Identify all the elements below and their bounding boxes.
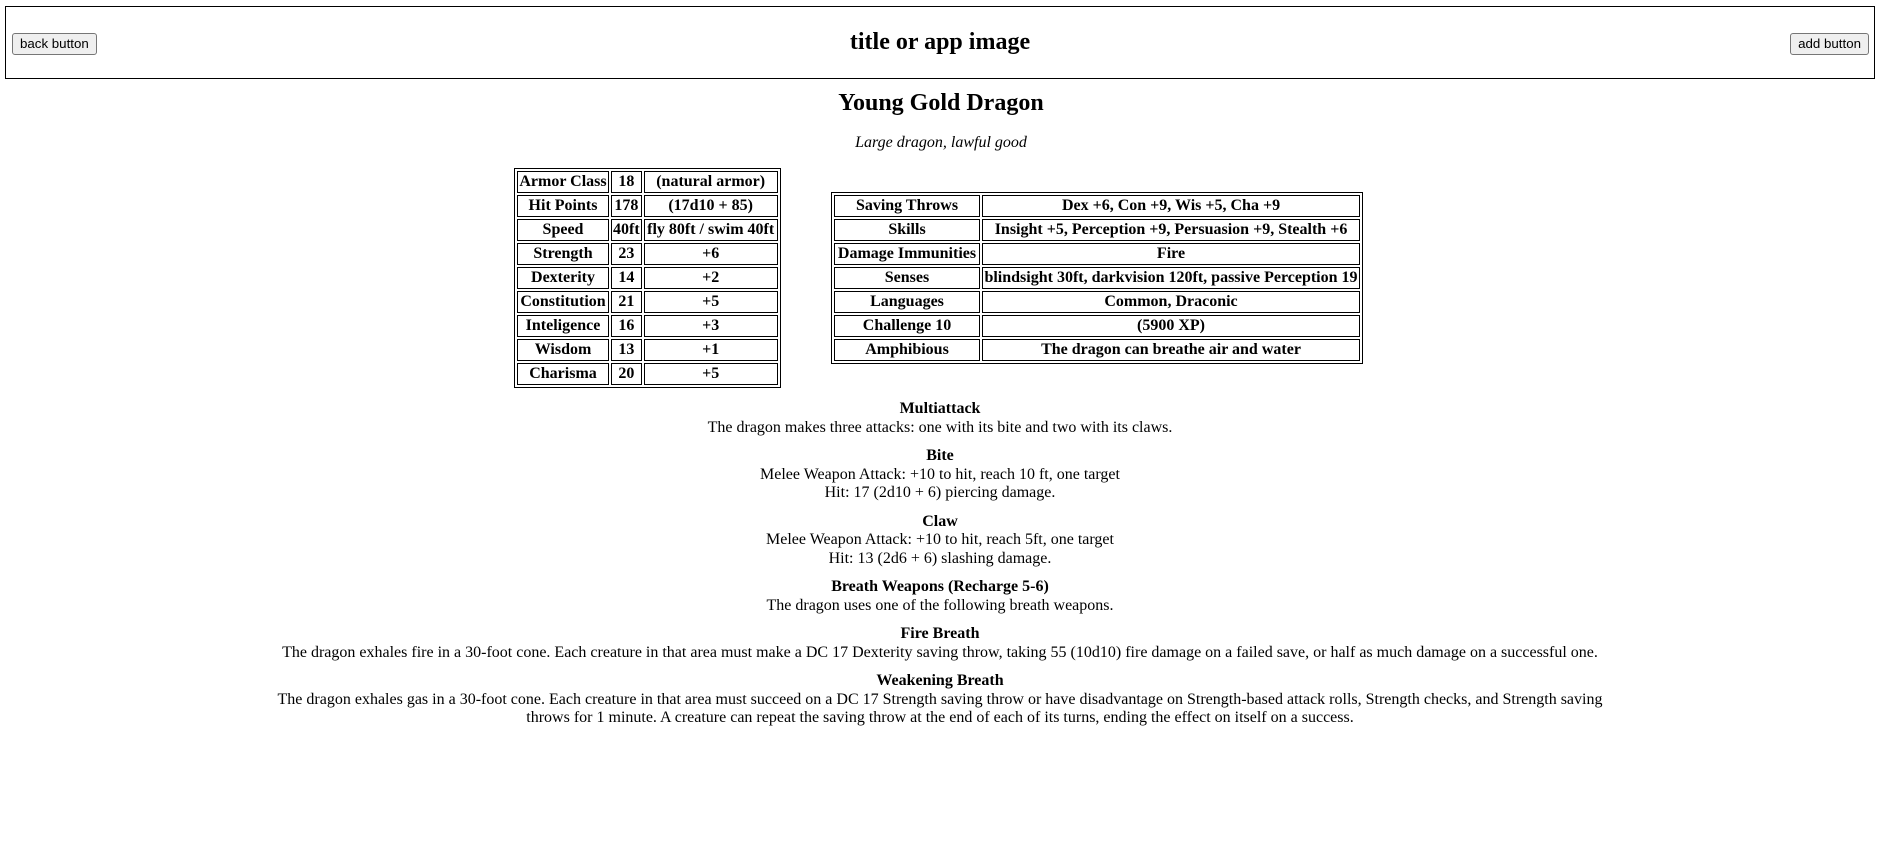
attribute-label: Strength (517, 243, 609, 265)
attribute-row: Dexterity 14 +2 (517, 267, 778, 289)
feature-value: Common, Draconic (982, 291, 1360, 313)
action-block: Multiattack The dragon makes three attack… (270, 400, 1610, 437)
action-name: Weakening Breath (876, 672, 1004, 689)
feature-row: Amphibious The dragon can breathe air and… (834, 339, 1360, 361)
action-block: Fire Breath The dragon exhales fire in a … (270, 625, 1610, 662)
attribute-row: Strength 23 +6 (517, 243, 778, 265)
attribute-value: 23 (611, 243, 642, 265)
attribute-row: Inteligence 16 +3 (517, 315, 778, 337)
attribute-label: Dexterity (517, 267, 609, 289)
action-description: The dragon makes three attacks: one with… (707, 418, 1173, 436)
feature-label: Saving Throws (834, 195, 980, 217)
feature-value: (5900 XP) (982, 315, 1360, 337)
attributes-table: Armor Class 18 (natural armor) Hit Points 17… (514, 168, 781, 388)
attribute-row: Speed 40ft fly 80ft / swim 40ft (517, 219, 778, 241)
action-name: Fire Breath (900, 625, 980, 642)
action-name: Claw (922, 512, 958, 530)
feature-value: Dex +6, Con +9, Wis +5, Cha +9 (982, 195, 1360, 217)
attribute-value: 13 (611, 339, 642, 361)
attribute-label: Speed (517, 219, 609, 241)
attribute-label: Hit Points (517, 195, 609, 217)
attribute-value: 178 (611, 195, 642, 217)
action-description: The dragon exhales fire in a 30-foot con… (282, 643, 1598, 661)
feature-label: Languages (834, 291, 980, 313)
monster-type: Large dragon, lawful good (855, 134, 1027, 151)
action-description: Melee Weapon Attack: +10 to hit, reach 1… (760, 465, 1120, 483)
feature-label: Challenge 10 (834, 315, 980, 337)
app-header: back button title or app image add butto… (5, 6, 1875, 79)
feature-label: Amphibious (834, 339, 980, 361)
actions-section: Multiattack The dragon makes three attack… (270, 400, 1610, 738)
feature-row: Languages Common, Draconic (834, 291, 1360, 313)
attribute-detail: +1 (643, 339, 778, 361)
attribute-value: 20 (611, 363, 642, 385)
attribute-detail: +2 (643, 267, 778, 289)
feature-label: Damage Immunities (834, 243, 980, 265)
attribute-detail: +5 (643, 291, 778, 313)
attribute-detail: fly 80ft / swim 40ft (643, 219, 778, 241)
action-description: Hit: 17 (2d10 + 6) piercing damage. (824, 484, 1056, 501)
action-name: Breath Weapons (Recharge 5-6) (831, 578, 1049, 595)
action-block: Weakening Breath The dragon exhales gas i… (270, 672, 1610, 728)
app-title: title or app image (849, 29, 1031, 55)
attribute-detail: +5 (643, 363, 778, 385)
attribute-value: 18 (611, 171, 642, 193)
attribute-value: 40ft (611, 219, 642, 241)
action-name: Multiattack (899, 400, 981, 417)
feature-row: Damage Immunities Fire (834, 243, 1360, 265)
action-name: Bite (926, 447, 954, 464)
attribute-value: 21 (611, 291, 642, 313)
attribute-label: Charisma (517, 363, 609, 385)
attribute-row: Armor Class 18 (natural armor) (517, 171, 778, 193)
attribute-value: 14 (611, 267, 642, 289)
attribute-row: Hit Points 178 (17d10 + 85) (517, 195, 778, 217)
action-block: Bite Melee Weapon Attack: +10 to hit, rea… (270, 447, 1610, 503)
attribute-label: Inteligence (517, 315, 609, 337)
feature-label: Senses (834, 267, 980, 289)
feature-value: blindsight 30ft, darkvision 120ft, passi… (982, 267, 1360, 289)
action-description: The dragon uses one of the following bre… (766, 596, 1114, 614)
attribute-label: Armor Class (517, 171, 609, 193)
feature-value: Insight +5, Perception +9, Persuasion +9… (982, 219, 1360, 241)
action-description: The dragon exhales gas in a 30-foot cone… (277, 690, 1603, 727)
feature-label: Skills (834, 219, 980, 241)
action-block: Breath Weapons (Recharge 5-6) The dragon … (270, 578, 1610, 615)
monster-name: Young Gold Dragon (838, 90, 1044, 116)
feature-row: Saving Throws Dex +6, Con +9, Wis +5, Cha… (834, 195, 1360, 217)
attribute-row: Constitution 21 +5 (517, 291, 778, 313)
feature-row: Skills Insight +5, Perception +9, Persuas… (834, 219, 1360, 241)
attribute-value: 16 (611, 315, 642, 337)
attribute-detail: (17d10 + 85) (643, 195, 778, 217)
attribute-detail: (natural armor) (643, 171, 778, 193)
feature-value: Fire (982, 243, 1360, 265)
action-block: Claw Melee Weapon Attack: +10 to hit, rea… (270, 513, 1610, 569)
feature-row: Senses blindsight 30ft, darkvision 120ft,… (834, 267, 1360, 289)
attribute-label: Constitution (517, 291, 609, 313)
features-table: Saving Throws Dex +6, Con +9, Wis +5, Cha… (831, 192, 1363, 364)
feature-row: Challenge 10 (5900 XP) (834, 315, 1360, 337)
action-description: Hit: 13 (2d6 + 6) slashing damage. (828, 549, 1052, 567)
feature-value: The dragon can breathe air and water (982, 339, 1360, 361)
attribute-row: Charisma 20 +5 (517, 363, 778, 385)
add-button[interactable]: add button (1790, 33, 1869, 55)
action-description: Melee Weapon Attack: +10 to hit, reach 5… (766, 531, 1114, 548)
attribute-label: Wisdom (517, 339, 609, 361)
attribute-row: Wisdom 13 +1 (517, 339, 778, 361)
attribute-detail: +3 (643, 315, 778, 337)
attribute-detail: +6 (643, 243, 778, 265)
